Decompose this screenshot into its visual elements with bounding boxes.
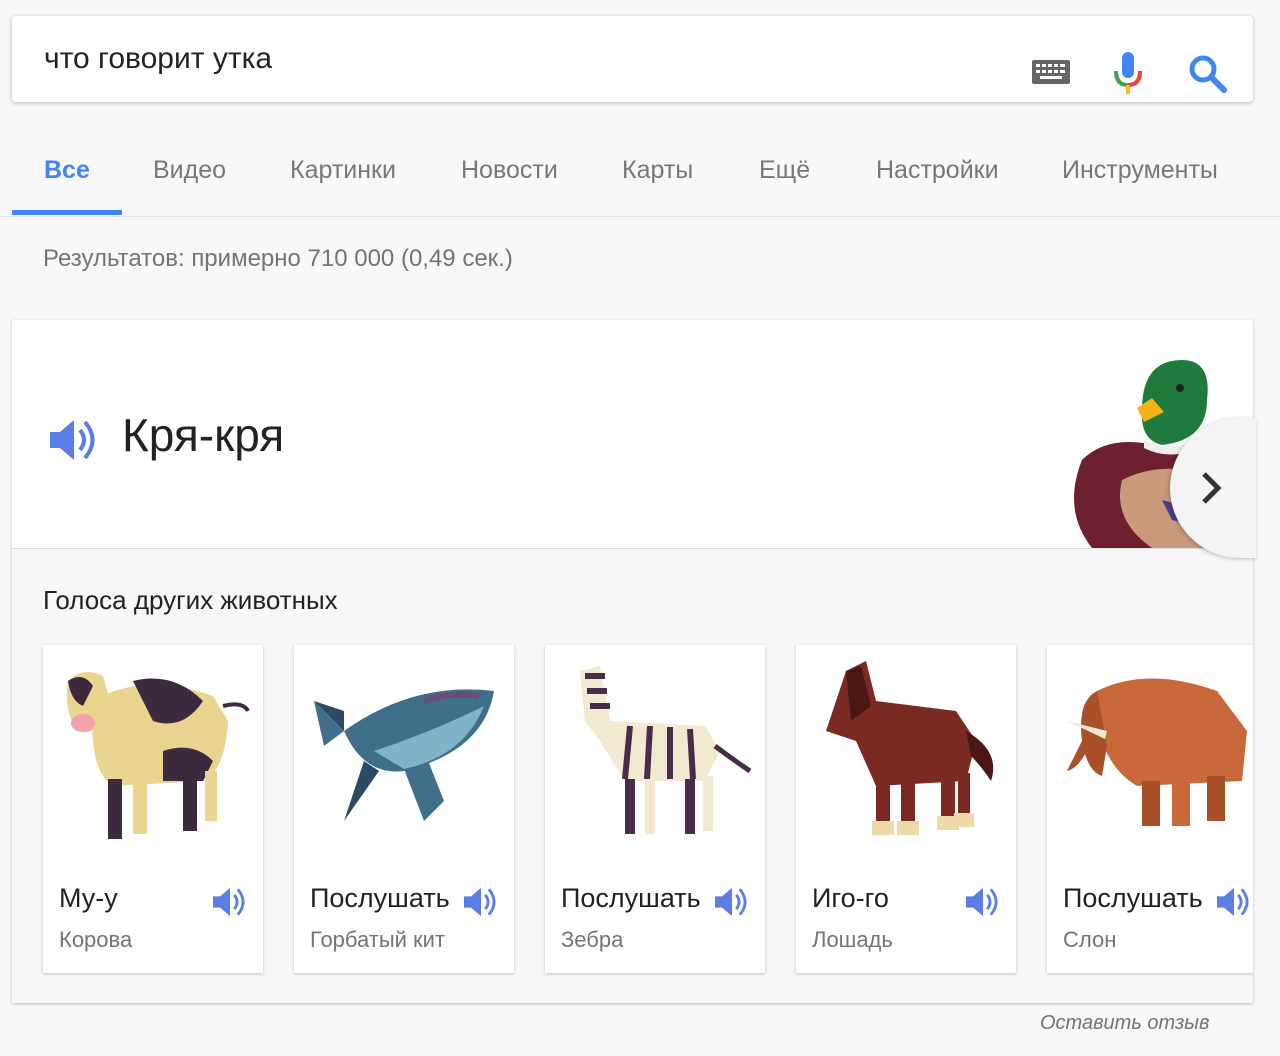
animal-name: Зебра (561, 927, 624, 952)
animal-sound-label: Му-у (59, 883, 118, 913)
chevron-right-icon (1202, 472, 1222, 504)
other-animals-title: Голоса других животных (43, 585, 338, 615)
speaker-icon[interactable] (964, 885, 1002, 924)
other-animals-section: Голоса других животных Му-у Корова Послу… (12, 548, 1253, 1003)
horse-illustration (806, 651, 1006, 861)
animal-name: Корова (59, 927, 133, 952)
animal-sound-label: Послушать (561, 883, 701, 913)
zebra-illustration (555, 651, 755, 861)
animal-name: Горбатый кит (310, 927, 446, 952)
active-tab-indicator (12, 210, 122, 215)
tab-maps[interactable]: Карты (622, 156, 693, 185)
tab-more[interactable]: Ещё (759, 156, 810, 185)
tab-news[interactable]: Новости (461, 156, 558, 185)
tab-tools[interactable]: Инструменты (1062, 156, 1218, 185)
tab-video[interactable]: Видео (153, 156, 226, 185)
tab-all[interactable]: Все (44, 156, 90, 185)
animal-sound-label: Послушать (310, 883, 450, 913)
animal-card-elephant[interactable]: Послушать Слон (1047, 645, 1253, 973)
search-tabs: Все Видео Картинки Новости Карты Ещё Нас… (0, 120, 1280, 217)
tab-images[interactable]: Картинки (290, 156, 396, 185)
feedback-link[interactable]: Оставить отзыв (1040, 1012, 1209, 1035)
tab-settings[interactable]: Настройки (876, 156, 999, 185)
animal-card-cow[interactable]: Му-у Корова (43, 645, 263, 973)
animal-card-zebra[interactable]: Послушать Зебра (545, 645, 765, 973)
speaker-icon[interactable] (462, 885, 500, 924)
whale-illustration (304, 651, 504, 861)
speaker-icon[interactable] (48, 416, 100, 469)
duck-sound-text: Кря-кря (122, 409, 285, 461)
cow-illustration (53, 651, 253, 861)
keyboard-icon[interactable] (1032, 60, 1070, 89)
search-input[interactable]: что говорит утка (44, 42, 272, 76)
microphone-icon[interactable] (1113, 52, 1143, 99)
answer-header: Кря-кря (12, 320, 1253, 548)
result-stats: Результатов: примерно 710 000 (0,49 сек.… (43, 245, 513, 272)
animal-sound-label: Иго-го (812, 883, 889, 913)
animal-sound-card: Кря-кря Голоса других животных Му-у Коро… (12, 320, 1253, 1003)
search-icon[interactable] (1188, 54, 1228, 99)
animal-name: Лошадь (812, 927, 893, 952)
speaker-icon[interactable] (211, 885, 249, 924)
elephant-illustration (1057, 651, 1253, 861)
animal-card-whale[interactable]: Послушать Горбатый кит (294, 645, 514, 973)
animal-card-horse[interactable]: Иго-го Лошадь (796, 645, 1016, 973)
animal-name: Слон (1063, 927, 1117, 952)
animal-sound-label: Послушать (1063, 883, 1203, 913)
speaker-icon[interactable] (1215, 885, 1253, 924)
search-box[interactable]: что говорит утка (12, 16, 1253, 102)
speaker-icon[interactable] (713, 885, 751, 924)
